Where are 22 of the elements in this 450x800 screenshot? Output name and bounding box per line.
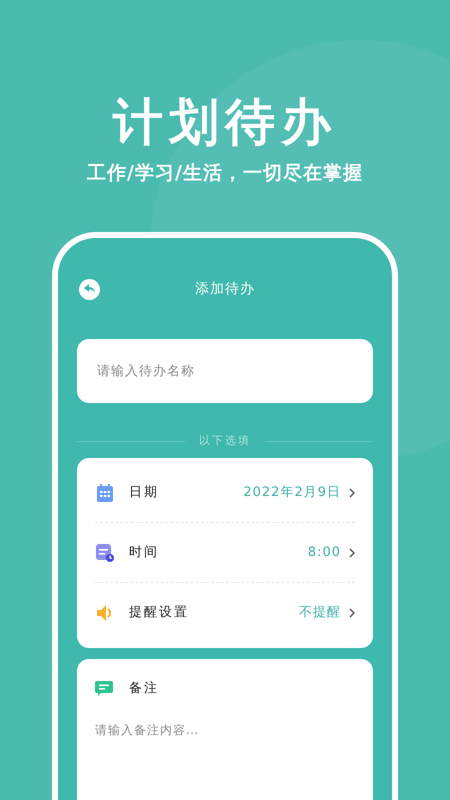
note-icon — [95, 680, 113, 697]
back-button[interactable] — [79, 278, 100, 300]
section-label: 以下选填 — [199, 432, 251, 449]
todo-name-field[interactable]: 请输入待办名称 — [77, 339, 373, 403]
note-label: 备注 — [129, 680, 159, 698]
note-card[interactable]: 备注 请输入备注内容… — [77, 659, 373, 800]
tagline: 工作/学习/生活，一切尽在掌握 — [87, 161, 363, 186]
option-value[interactable]: 8:00 — [308, 542, 355, 562]
option-label: 日期 — [129, 484, 160, 502]
calendar-icon — [97, 484, 113, 502]
speaker-icon — [96, 604, 114, 622]
option-label: 时间 — [129, 544, 160, 562]
chevron-right-icon — [349, 608, 355, 618]
headline: 计划待办 — [113, 92, 337, 152]
back-arrow-icon — [84, 284, 96, 294]
chevron-right-icon — [349, 548, 355, 558]
option-label: 提醒设置 — [129, 604, 190, 622]
chevron-right-icon — [349, 488, 355, 498]
screen-title: 添加待办 — [195, 280, 255, 298]
option-value[interactable]: 2022年2月9日 — [243, 482, 355, 502]
clock-note-icon — [96, 544, 114, 562]
option-value[interactable]: 不提醒 — [299, 603, 355, 623]
